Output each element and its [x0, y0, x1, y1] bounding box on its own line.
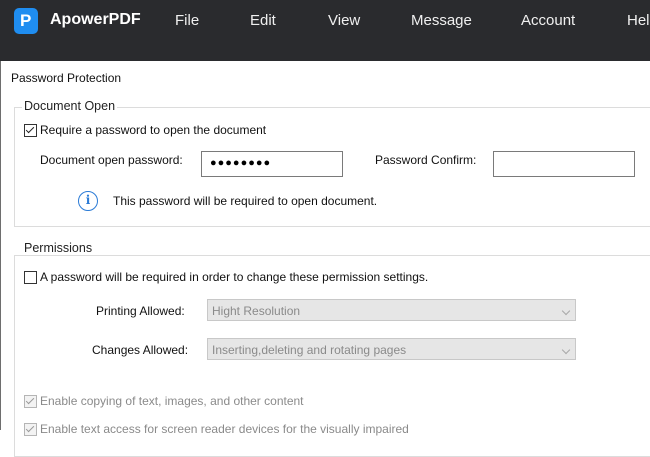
permissions-group-label: Permissions [22, 241, 95, 255]
open-password-label: Document open password: [40, 153, 183, 167]
info-icon: i [78, 191, 98, 211]
menu-account[interactable]: Account [521, 12, 575, 29]
require-open-password-checkbox[interactable] [24, 124, 37, 137]
changes-allowed-label: Changes Allowed: [92, 343, 189, 357]
require-open-password-label: Require a password to open the document [40, 123, 267, 137]
changes-allowed-value: Inserting,deleting and rotating pages [212, 343, 407, 357]
confirm-password-label: Password Confirm: [375, 153, 477, 167]
open-password-field[interactable]: ●●●●●●●● [201, 151, 343, 177]
dialog-title: Password Protection [11, 71, 122, 85]
logo-letter: P [20, 11, 32, 30]
toolbar-strip [0, 43, 650, 61]
app-name: ApowerPDF [50, 11, 141, 28]
enable-copying-label: Enable copying of text, images, and othe… [40, 394, 304, 408]
password-protection-dialog: Password Protection Document Open Requir… [0, 61, 650, 457]
enable-copying-checkbox[interactable] [24, 395, 37, 408]
permissions-password-checkbox[interactable] [24, 271, 37, 284]
menu-edit[interactable]: Edit [250, 12, 276, 29]
open-password-value: ●●●●●●●● [210, 157, 272, 169]
changes-allowed-select[interactable]: Inserting,deleting and rotating pages [207, 338, 576, 360]
menu-view[interactable]: View [328, 12, 360, 29]
enable-screen-reader-label: Enable text access for screen reader dev… [40, 422, 409, 436]
app-menubar: P ApowerPDF File Edit View Message Accou… [0, 0, 650, 43]
chevron-down-icon [561, 345, 571, 355]
menu-message[interactable]: Message [411, 12, 472, 29]
printing-allowed-label: Printing Allowed: [96, 304, 185, 318]
menu-help[interactable]: Help [627, 12, 650, 29]
printing-allowed-value: Hight Resolution [212, 304, 301, 318]
info-text: This password will be required to open d… [113, 194, 378, 208]
chevron-down-icon [561, 306, 571, 316]
printing-allowed-select[interactable]: Hight Resolution [207, 299, 576, 321]
document-open-group-label: Document Open [22, 99, 118, 113]
confirm-password-field[interactable] [493, 151, 635, 177]
apowerpdf-logo-icon: P [14, 8, 38, 34]
menu-file[interactable]: File [175, 12, 199, 29]
permissions-password-label: A password will be required in order to … [40, 270, 429, 284]
